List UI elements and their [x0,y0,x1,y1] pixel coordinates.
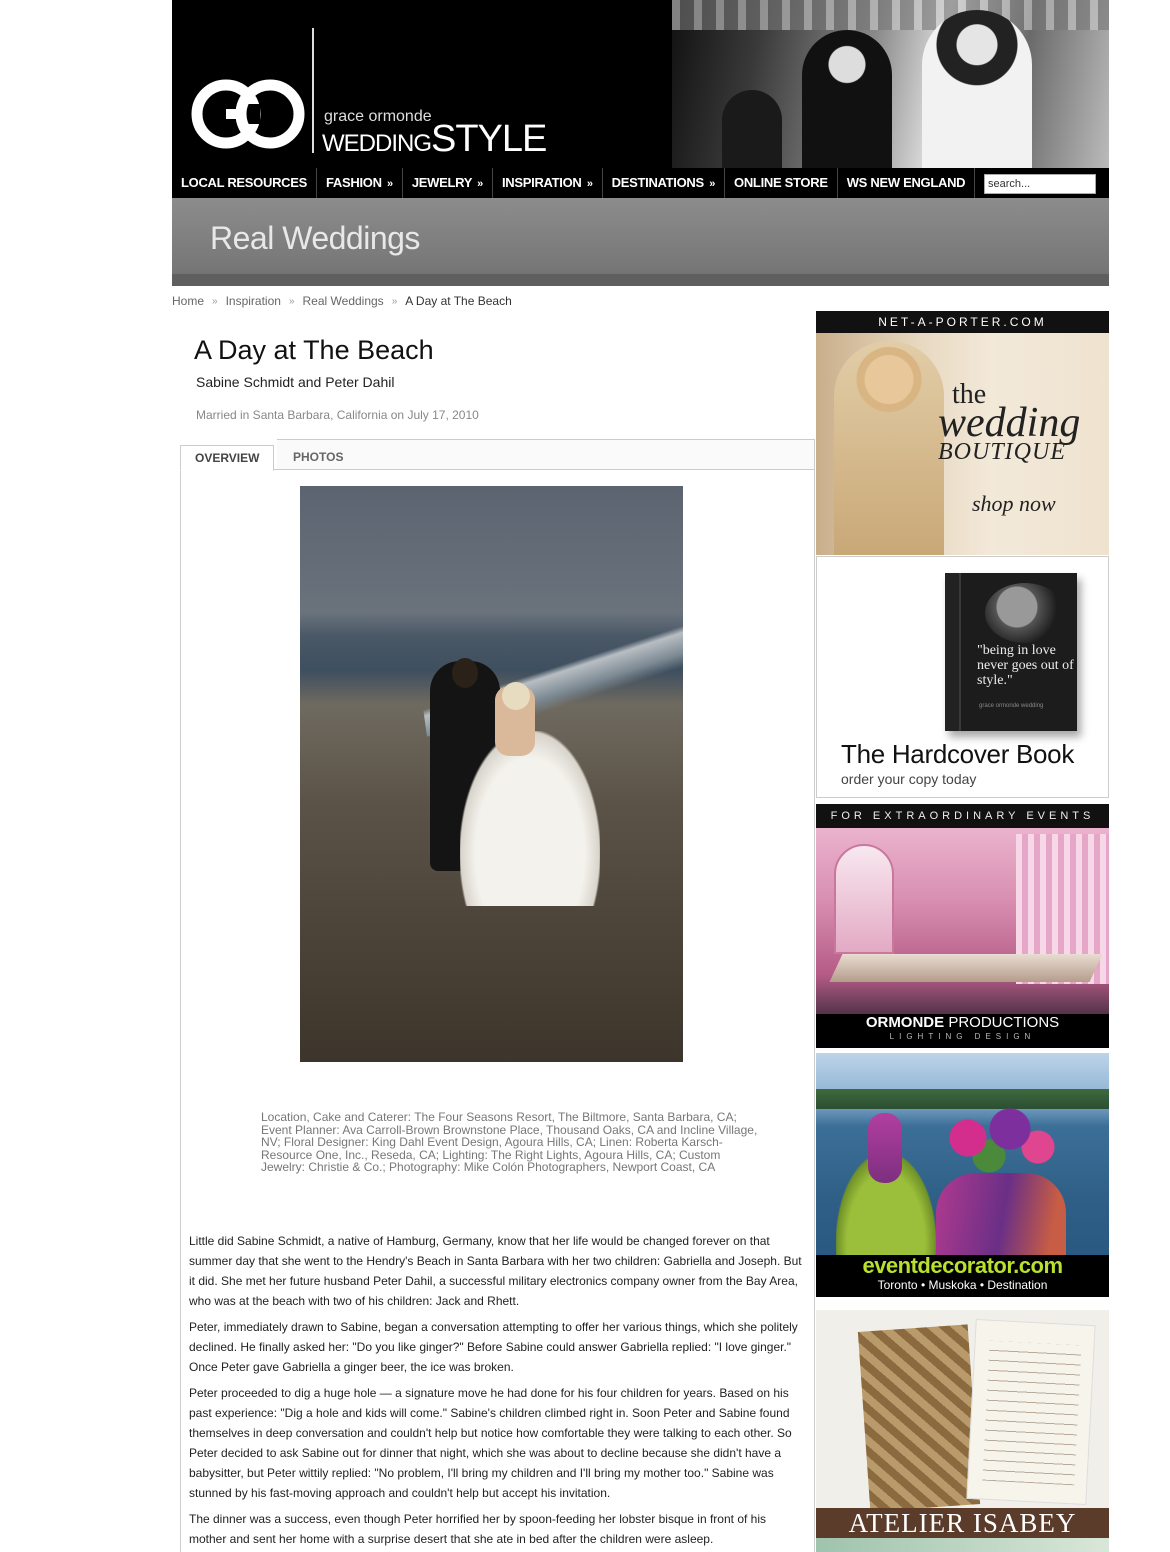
chevron-right-icon: » [709,178,716,190]
ad-net-a-porter[interactable]: NET-A-PORTER.COM the wedding BOUTIQUE sh… [816,311,1109,555]
search-input[interactable] [984,174,1096,194]
chevron-right-icon: » [387,178,393,190]
header-photo-groom [802,30,892,168]
header-photo-figure [722,90,782,168]
ad-ormonde-window [834,844,894,954]
chevron-right-icon: » [477,178,483,190]
breadcrumb-real-weddings[interactable]: Real Weddings [303,294,384,308]
nav-item-destinations[interactable]: DESTINATIONS » [603,168,726,198]
tab-strip [277,439,815,470]
ad-net-a-porter-bar: NET-A-PORTER.COM [816,311,1109,333]
article-paragraph: Peter, immediately drawn to Sabine, bega… [189,1320,798,1374]
ad-hardcover-book[interactable]: "being in love never goes out of style."… [816,556,1109,798]
breadcrumb-current: A Day at The Beach [405,294,512,308]
ad-book-subtitle[interactable]: order your copy today [841,771,976,787]
nav-item-local-resources[interactable]: LOCAL RESOURCES [172,168,317,198]
ad-model-image [834,341,944,555]
breadcrumb-home[interactable]: Home [172,294,204,308]
wedding-date-location: Married in Santa Barbara, California on … [196,408,479,422]
ad-atelier-strip [816,1538,1109,1552]
book-cover-face [985,583,1065,643]
nav-label: JEWELRY [411,175,472,190]
nav-label: FASHION [326,175,382,190]
ad-ormonde-bar: FOR EXTRAORDINARY EVENTS [816,804,1109,828]
nav-item-inspiration[interactable]: INSPIRATION » [493,168,603,198]
nav-item-online-store[interactable]: ONLINE STORE [725,168,838,198]
ad-eventdecorator-brand: eventdecorator.com [862,1253,1063,1278]
brand-word-wedding: WEDDING [322,130,432,157]
page-title: A Day at The Beach [194,335,434,365]
ad-ormonde-brand-rest: PRODUCTIONS [944,1014,1060,1031]
couple-names: Sabine Schmidt and Peter Dahil [196,374,395,390]
breadcrumb-separator-icon: » [212,295,218,307]
header-photo-bride [922,10,1032,168]
ad-atelier-card-damask [857,1324,981,1512]
header-photo [672,0,1109,168]
nav-label: DESTINATIONS [611,175,705,190]
go-logo-icon[interactable] [188,76,306,152]
ad-atelier-isabey[interactable]: ATELIER ISABEY [816,1310,1109,1552]
main-nav: LOCAL RESOURCES FASHION » JEWELRY » INSP… [172,168,1109,198]
nav-item-ws-new-england[interactable]: WS NEW ENGLAND [838,168,976,198]
article-paragraph: Peter proceeded to dig a huge hole — a s… [189,1386,792,1500]
book-cover-quote: "being in love never goes out of style." [977,643,1074,688]
tab-underline [180,469,815,470]
breadcrumb-separator-icon: » [391,295,398,307]
breadcrumb-separator-icon: » [288,295,295,307]
nav-label: LOCAL RESOURCES [181,175,307,190]
tab-overview[interactable]: OVERVIEW [180,445,275,471]
ad-eventdecorator-tagline: Toronto • Muskoka • Destination [877,1278,1048,1292]
ad-text-boutique: BOUTIQUE [938,439,1066,465]
ad-ormonde-tagline: LIGHTING DESIGN [889,1032,1036,1041]
ad-eventdecorator-flowers [926,1093,1066,1183]
photo-bride-head [502,682,530,710]
ad-shop-now-link[interactable]: shop now [972,491,1056,517]
header-photo-balcony [672,0,1109,30]
breadcrumb-inspiration[interactable]: Inspiration [226,294,281,308]
brand-word-style: STYLE [431,118,547,160]
nav-item-jewelry[interactable]: JEWELRY » [403,168,493,198]
ad-ormonde-productions[interactable]: FOR EXTRAORDINARY EVENTS ORMONDE PRODUCT… [816,804,1109,1048]
nav-item-fashion[interactable]: FASHION » [317,168,403,198]
vendor-credits: Location, Cake and Caterer: The Four Sea… [261,1110,758,1175]
nav-label: INSPIRATION [502,175,582,190]
article-paragraph: Little did Sabine Schmidt, a native of H… [189,1234,802,1308]
book-cover-image: "being in love never goes out of style."… [945,573,1077,731]
article-paragraph: The dinner was a success, even though Pe… [189,1512,767,1546]
banner-bottom-strip [172,274,1109,286]
tab-photos[interactable]: PHOTOS [279,445,357,471]
brand-name[interactable]: WEDDINGSTYLE [322,118,547,161]
nav-label: ONLINE STORE [734,175,828,190]
ad-ormonde-brand: ORMONDE PRODUCTIONS [816,1014,1109,1031]
chevron-right-icon: » [586,178,593,190]
section-banner: Real Weddings [172,198,1109,286]
nav-label: WS NEW ENGLAND [846,175,966,190]
book-cover-imprint: grace ormonde wedding [979,703,1044,709]
site-header: grace ormonde WEDDINGSTYLE [172,0,1109,168]
ad-ormonde-brand-bold: ORMONDE [865,1014,945,1031]
ad-atelier-card-lines [982,1340,1082,1486]
article-body: Little did Sabine Schmidt, a native of H… [189,1231,805,1552]
ad-event-decorator[interactable]: eventdecorator.com Toronto • Muskoka • D… [816,1053,1109,1297]
wedding-beach-photo[interactable] [300,486,683,1062]
ad-book-title: The Hardcover Book [841,739,1075,769]
photo-bride-dress [460,731,600,906]
ad-ormonde-table [829,954,1103,982]
logo-divider [312,28,314,153]
ad-atelier-brand: ATELIER ISABEY [848,1508,1077,1538]
photo-groom-head [452,658,478,688]
breadcrumb: Home » Inspiration » Real Weddings » A D… [172,294,512,308]
section-title: Real Weddings [210,220,420,256]
ad-atelier-card-invitation [966,1318,1096,1506]
ad-eventdecorator-figure [868,1113,902,1183]
